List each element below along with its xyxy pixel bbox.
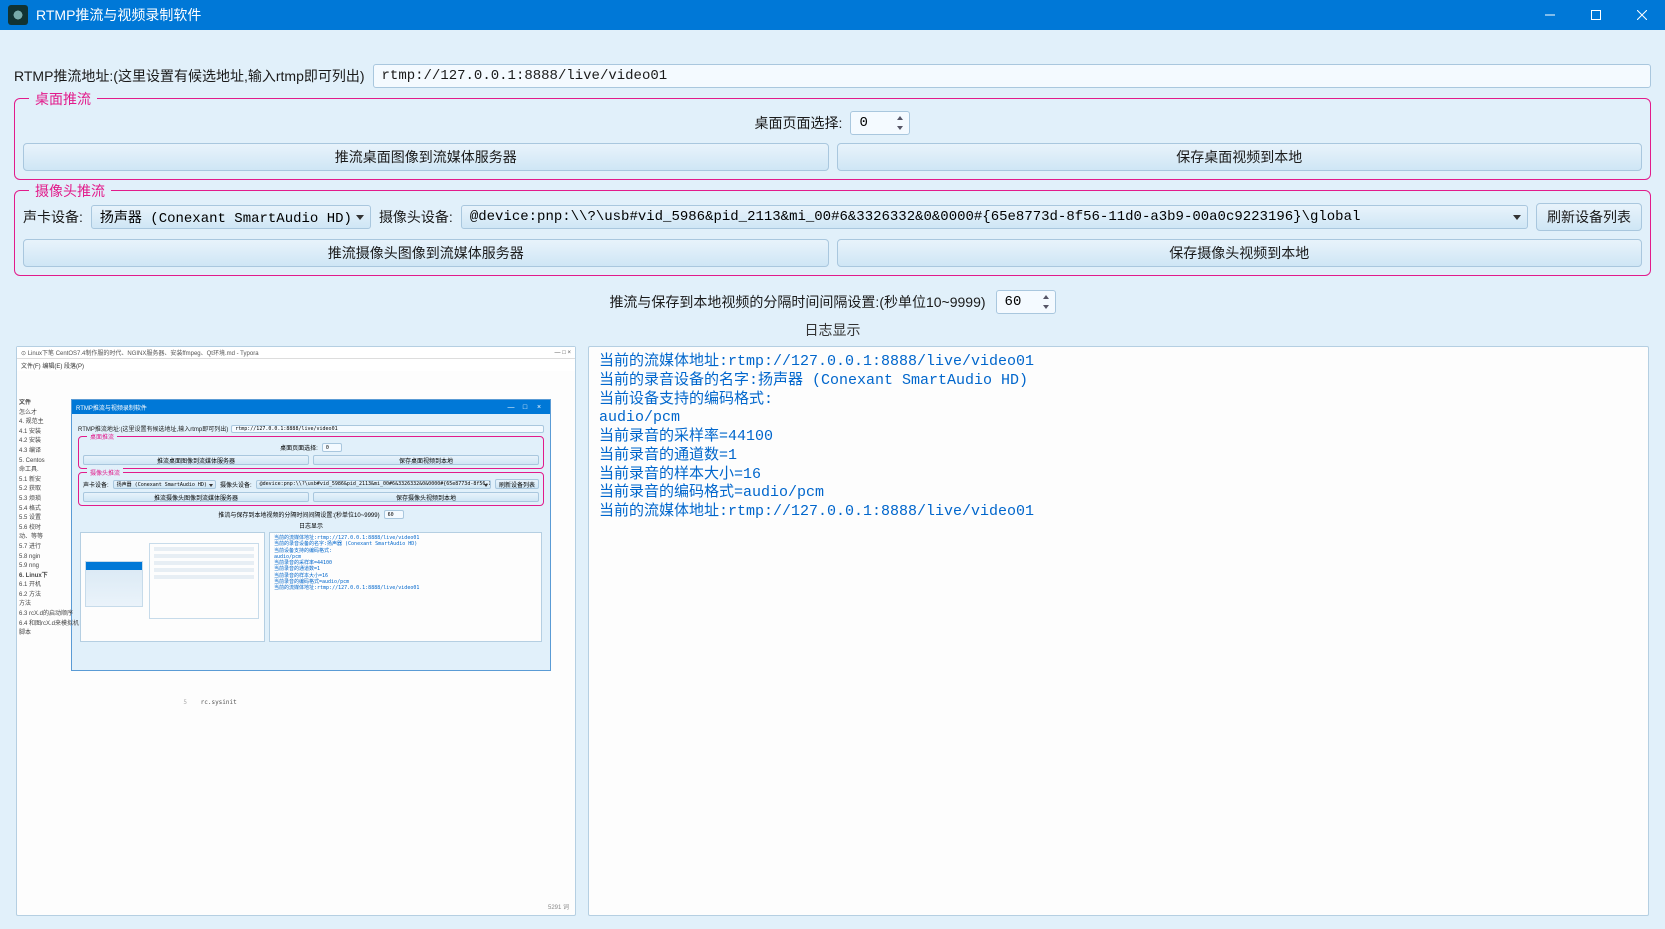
window-title: RTMP推流与视频录制软件 xyxy=(36,5,201,25)
camera-device-label: 摄像头设备: xyxy=(379,207,453,227)
interval-value: 60 xyxy=(1005,294,1022,310)
rtmp-url-row: RTMP推流地址:(这里设置有候选地址,输入rtmp即可列出) xyxy=(14,64,1651,88)
camera-device-combo[interactable]: @device:pnp:\\?\usb#vid_5986&pid_2113&mi… xyxy=(461,205,1528,229)
rtmp-url-label: RTMP推流地址:(这里设置有候选地址,输入rtmp即可列出) xyxy=(14,66,365,86)
rtmp-url-input[interactable] xyxy=(373,64,1651,88)
save-camera-button[interactable]: 保存摄像头视频到本地 xyxy=(837,239,1643,267)
camera-group-title: 摄像头推流 xyxy=(29,181,111,201)
spin-down-icon[interactable] xyxy=(893,124,907,133)
doc-toc: 文件怎么才4. 规范主4.1 安装4.2 安装4.3 编译5. Centos命工… xyxy=(17,399,81,729)
titlebar: RTMP推流与视频录制软件 xyxy=(0,0,1665,30)
spin-up-icon[interactable] xyxy=(1039,293,1053,302)
doc-word-count: 5291 词 xyxy=(548,902,569,911)
refresh-devices-button[interactable]: 刷新设备列表 xyxy=(1536,203,1642,231)
doc-menu: 文件(F) 编辑(E) 段落(P) xyxy=(17,359,575,371)
preview-pane: ⊙ Linux下笔 CentOS7.4制作服的时代、NGINX服务器、安装ffm… xyxy=(16,346,576,916)
desktop-page-label: 桌面页面选择: xyxy=(755,113,843,133)
push-desktop-button[interactable]: 推流桌面图像到流媒体服务器 xyxy=(23,143,829,171)
interval-spinbox[interactable]: 60 xyxy=(996,290,1056,314)
log-title: 日志显示 xyxy=(14,320,1651,340)
audio-device-combo[interactable]: 扬声器 (Conexant SmartAudio HD) xyxy=(91,205,371,229)
spin-down-icon[interactable] xyxy=(1039,303,1053,312)
doc-header: ⊙ Linux下笔 CentOS7.4制作服的时代、NGINX服务器、安装ffm… xyxy=(17,347,575,359)
push-camera-button[interactable]: 推流摄像头图像到流媒体服务器 xyxy=(23,239,829,267)
doc-code-row: 5 rc.sysinit xyxy=(145,699,237,706)
desktop-page-value: 0 xyxy=(859,115,867,131)
minimize-button[interactable] xyxy=(1527,0,1573,30)
log-pane[interactable]: 当前的流媒体地址:rtmp://127.0.0.1:8888/live/vide… xyxy=(588,346,1649,916)
app-icon xyxy=(8,5,28,25)
audio-device-label: 声卡设备: xyxy=(23,207,83,227)
save-desktop-button[interactable]: 保存桌面视频到本地 xyxy=(837,143,1643,171)
interval-label: 推流与保存到本地视频的分隔时间间隔设置:(秒单位10~9999) xyxy=(609,292,985,312)
camera-stream-group: 摄像头推流 声卡设备: 扬声器 (Conexant SmartAudio HD)… xyxy=(14,190,1651,276)
desktop-group-title: 桌面推流 xyxy=(29,89,97,109)
interval-row: 推流与保存到本地视频的分隔时间间隔设置:(秒单位10~9999) 60 xyxy=(14,290,1651,314)
desktop-page-spinbox[interactable]: 0 xyxy=(850,111,910,135)
nested-preview-window: RTMP推流与视频录制软件 —□× RTMP推流地址:(这里设置有候选地址,输入… xyxy=(71,399,551,671)
spin-up-icon[interactable] xyxy=(893,114,907,123)
close-button[interactable] xyxy=(1619,0,1665,30)
maximize-button[interactable] xyxy=(1573,0,1619,30)
desktop-stream-group: 桌面推流 桌面页面选择: 0 推流桌面图像到流媒体服务器 保存桌面视频到本地 xyxy=(14,98,1651,180)
